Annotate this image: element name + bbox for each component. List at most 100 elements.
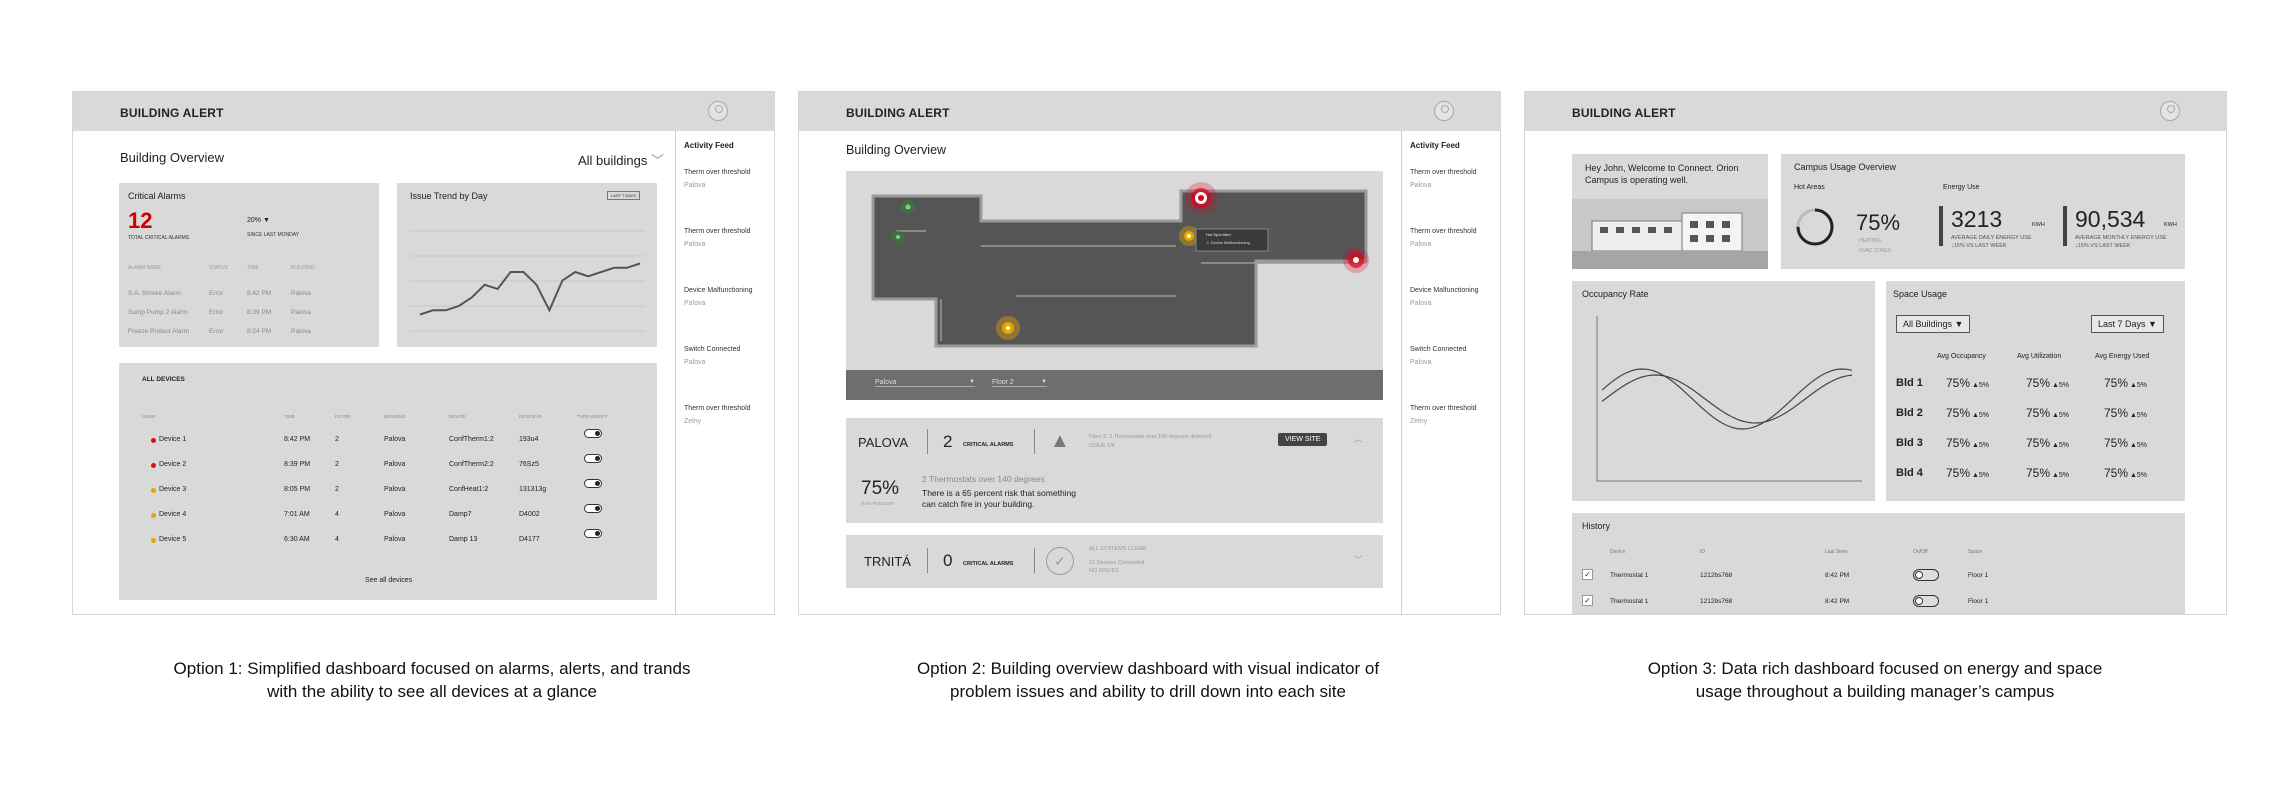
site-select[interactable]: Palova ▼ bbox=[875, 379, 975, 387]
arrow-up-icon: ▲ bbox=[1970, 382, 1979, 389]
welcome-text: Hey John, Welcome to Connect. Orion Camp… bbox=[1585, 163, 1739, 185]
metric-change-value: 5% bbox=[2136, 442, 2148, 449]
floor-map: Hot Spot Alert ⚠ Device Malfunctioning P… bbox=[846, 171, 1383, 400]
device-cell: 8:42 PM bbox=[284, 436, 311, 443]
campus-usage-card: Campus Usage Overview Hot Areas 75% HEAT… bbox=[1781, 154, 2185, 269]
daily-energy-label: AVERAGE DAILY ENERGY USE bbox=[1951, 235, 2032, 241]
alarm-column-header: ALARM NAME bbox=[128, 265, 162, 271]
option2-dashboard: BUILDING ALERT Building Overview Hot Spo… bbox=[798, 91, 1501, 615]
hot-areas-sub2: HVAC ZONES bbox=[1859, 248, 1892, 254]
user-avatar-icon[interactable] bbox=[708, 101, 728, 121]
arrow-up-icon: ▲ bbox=[1970, 442, 1979, 449]
caret-down-icon: ▼ bbox=[1041, 379, 1047, 385]
floor-select[interactable]: Floor 2 ▼ bbox=[992, 379, 1047, 387]
feed-item-site: Zelny bbox=[1410, 418, 1428, 425]
metric-change-value: 5% bbox=[2058, 442, 2070, 449]
caption-option3: Option 3: Data rich dashboard focused on… bbox=[1647, 659, 2103, 701]
user-avatar-icon[interactable] bbox=[1434, 101, 1454, 121]
device-cell: 76Sz5 bbox=[519, 461, 539, 468]
feed-item-site: Palova bbox=[684, 182, 706, 189]
device-column-header: TURN ON/OFF bbox=[577, 414, 608, 419]
caret-down-icon: ▼ bbox=[969, 379, 975, 385]
metric-value: 75% bbox=[2104, 466, 2129, 480]
see-all-devices-link[interactable]: See all devices bbox=[365, 577, 412, 584]
metric-change-value: 5% bbox=[2058, 382, 2070, 389]
metric-change-value: 5% bbox=[2058, 472, 2070, 479]
site-name: TRNITÁ bbox=[864, 554, 911, 569]
issue-status-dot bbox=[151, 513, 156, 518]
metric-value: 75% bbox=[1946, 436, 1971, 450]
alarm-column-header: TIME bbox=[247, 265, 259, 271]
popup-title: Hot Spot Alert bbox=[1206, 232, 1231, 237]
site-alert-sub: ISSUE 1/4 bbox=[1089, 443, 1115, 449]
activity-feed: Activity Feed Therm over threshold Palova T… bbox=[1401, 131, 1500, 614]
site-alert-text: Floor 2: 2 Thermostats over 140 degrees … bbox=[1089, 434, 1212, 440]
metric-change: ▲5% bbox=[2128, 382, 2147, 389]
building-select[interactable]: All buildings ﹀ bbox=[578, 150, 664, 169]
feed-item-title: Therm over threshold bbox=[1410, 228, 1477, 235]
feed-item-site: Palova bbox=[1410, 182, 1432, 189]
caption-option2: Option 2: Building overview dashboard wi… bbox=[916, 659, 1380, 701]
space-metric: 75% ▲5% bbox=[2104, 436, 2147, 450]
row-checkbox[interactable]: ✓ bbox=[1582, 569, 1593, 580]
chevron-up-icon[interactable]: ︿ bbox=[1354, 432, 1363, 445]
history-cell: 1212bs768 bbox=[1700, 598, 1733, 605]
check-circle-icon: ✓ bbox=[1046, 547, 1074, 575]
view-site-button[interactable]: VIEW SITE bbox=[1278, 433, 1328, 446]
buildings-filter[interactable]: All Buildings ▼ bbox=[1896, 315, 1971, 333]
critical-alarms-card: Critical Alarms 12 TOTAL CRITICAL ALARMS… bbox=[119, 183, 379, 347]
alarm-count: 12 bbox=[128, 208, 153, 233]
alarm-cell: 8:39 PM bbox=[247, 309, 272, 316]
option3-dashboard: BUILDING ALERT Hey John, Welcome to Conn… bbox=[1524, 91, 2227, 615]
feed-item[interactable]: Therm over threshold Palova bbox=[684, 228, 751, 248]
feed-item[interactable]: Therm over threshold Zelny bbox=[684, 405, 751, 425]
device-cell: Palova bbox=[384, 511, 406, 518]
feed-item[interactable]: Therm over threshold Zelny bbox=[1410, 405, 1477, 425]
device-cell: 8:05 PM bbox=[284, 486, 311, 493]
feed-item[interactable]: Therm over threshold Palova bbox=[1410, 169, 1477, 189]
device-toggle[interactable] bbox=[584, 479, 602, 488]
alarm-cell: Palova bbox=[291, 309, 311, 316]
metric-change: ▲5% bbox=[2128, 412, 2147, 419]
metric-change: ▲5% bbox=[2128, 472, 2147, 479]
issue-status-dot bbox=[151, 438, 156, 443]
row-checkbox[interactable]: ✓ bbox=[1582, 595, 1593, 606]
feed-item[interactable]: Switch Connected Palova bbox=[684, 346, 740, 366]
device-toggle[interactable] bbox=[584, 504, 602, 513]
site-alarm-count: 2 bbox=[943, 432, 953, 451]
space-metric: 75% ▲5% bbox=[2104, 466, 2147, 480]
history-toggle[interactable] bbox=[1913, 595, 1939, 607]
feed-item[interactable]: Switch Connected Palova bbox=[1410, 346, 1466, 366]
metric-change-value: 5% bbox=[1978, 382, 1990, 389]
range-select[interactable]: LAST 7 DAYS bbox=[607, 191, 640, 200]
device-toggle[interactable] bbox=[584, 429, 602, 438]
history-column-header: Space bbox=[1968, 549, 1983, 555]
device-cell: Damp 13 bbox=[449, 536, 478, 543]
feed-item[interactable]: Therm over threshold Palova bbox=[684, 169, 751, 189]
feed-item[interactable]: Device Malfunctioning Palova bbox=[1410, 287, 1478, 307]
alarm-count-label: TOTAL CRITICAL ALARMS bbox=[128, 235, 190, 241]
metric-value: 75% bbox=[1946, 406, 1971, 420]
site-card-trnita[interactable]: TRNITÁ 0 CRITICAL ALARMS ✓ ALL SYSTEMS C… bbox=[846, 535, 1383, 588]
occupancy-chart bbox=[1596, 316, 1862, 482]
daily-energy-value: 3213 bbox=[1951, 206, 2003, 232]
user-avatar-icon[interactable] bbox=[2160, 101, 2180, 121]
device-cell: Palova bbox=[384, 461, 406, 468]
space-metric: 75% ▲5% bbox=[2026, 466, 2069, 480]
date-range-filter[interactable]: Last 7 Days ▼ bbox=[2091, 315, 2164, 333]
feed-item-site: Palova bbox=[684, 241, 706, 248]
device-cell: Device 3 bbox=[159, 486, 187, 493]
feed-item-title: Switch Connected bbox=[684, 346, 741, 353]
device-toggle[interactable] bbox=[584, 454, 602, 463]
history-toggle[interactable] bbox=[1913, 569, 1939, 581]
site-card-palova[interactable]: PALOVA 2 CRITICAL ALARMS ▲ Floor 2: 2 Th… bbox=[846, 418, 1383, 523]
alarm-column-header: BUILDING bbox=[291, 265, 315, 271]
floor-select-label: Floor 2 bbox=[992, 379, 1014, 386]
popup-text-value: Device Malfunctioning bbox=[1210, 240, 1250, 245]
feed-item[interactable]: Device Malfunctioning Palova bbox=[684, 287, 752, 307]
device-toggle[interactable] bbox=[584, 529, 602, 538]
alarm-cell: 8:24 PM bbox=[247, 328, 272, 335]
chevron-down-icon[interactable]: ﹀ bbox=[1354, 553, 1363, 566]
feed-item[interactable]: Therm over threshold Palova bbox=[1410, 228, 1477, 248]
device-column-header: TIME bbox=[284, 414, 295, 419]
